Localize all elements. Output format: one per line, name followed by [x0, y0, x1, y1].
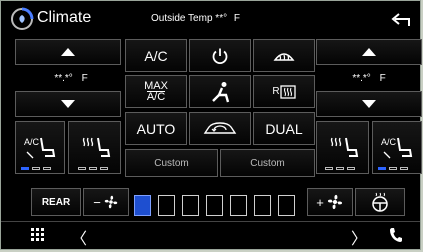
seat-cooling-icon: A/C [381, 137, 413, 158]
fan-level-5[interactable] [230, 195, 247, 216]
rear-defrost-button[interactable]: R [253, 75, 315, 108]
outside-temp-label: Outside Temp [151, 13, 213, 24]
auto-button[interactable]: AUTO [125, 112, 187, 145]
recirculation-button[interactable] [189, 112, 251, 145]
climate-app-icon [9, 6, 35, 32]
right-temp-unit: F [379, 73, 386, 84]
front-defrost-button[interactable] [253, 39, 315, 72]
svg-text:A/C: A/C [381, 137, 397, 147]
auto-label: AUTO [136, 120, 176, 137]
left-seat-cooling-level-2 [32, 167, 40, 170]
up-arrow-icon [61, 48, 75, 56]
right-temp-down-button[interactable] [316, 91, 422, 117]
fan-level-1[interactable] [134, 195, 151, 216]
left-seat-cooling-level-3 [43, 167, 51, 170]
left-temp-down-button[interactable] [15, 91, 121, 117]
right-temp-up-button[interactable] [316, 39, 422, 65]
next-page-button[interactable]: 〉 [351, 225, 367, 249]
seated-person-airflow-icon [212, 81, 230, 102]
front-defrost-icon [273, 52, 295, 61]
bottom-nav-divider [1, 221, 420, 222]
right-seat-cooling-level-2 [389, 167, 397, 170]
custom-left-label: Custom [154, 157, 189, 169]
fan-decrease-button[interactable]: − [83, 188, 129, 216]
steering-wheel-heat-button[interactable] [355, 188, 405, 216]
left-temp-value: **.*° [54, 73, 73, 84]
left-seat-heating-level-3 [100, 167, 108, 170]
fan-level-2[interactable] [158, 195, 175, 216]
custom-left-button[interactable]: Custom [125, 149, 218, 177]
fan-level-7[interactable] [278, 195, 295, 216]
fan-level-4[interactable] [206, 195, 223, 216]
rear-defrost-label: R [272, 86, 280, 97]
ac-label: A/C [144, 47, 168, 64]
airflow-mode-button[interactable] [189, 75, 251, 108]
chevron-right-icon: 〉 [351, 231, 368, 248]
down-arrow-icon [61, 100, 75, 108]
rear-climate-button[interactable]: REAR [31, 188, 81, 216]
max-ac-line1: MAX [144, 80, 168, 92]
recirculation-car-icon [203, 121, 237, 134]
climate-screen: Climate Outside Temp **° F **.*° F **.*°… [0, 0, 422, 250]
fan-increase-button[interactable]: + [307, 188, 353, 216]
svg-text:A/C: A/C [24, 137, 40, 147]
up-arrow-icon [362, 48, 376, 56]
outside-temp-unit: F [233, 13, 240, 24]
back-button[interactable] [390, 10, 412, 28]
seat-heating-icon [330, 137, 358, 157]
left-temp-up-button[interactable] [15, 39, 121, 65]
down-arrow-icon [362, 100, 376, 108]
max-ac-line2: A/C [146, 91, 166, 103]
custom-right-label: Custom [250, 157, 285, 169]
fan-level-6[interactable] [254, 195, 271, 216]
left-seat-heating-level-2 [89, 167, 97, 170]
left-seat-cooling-level-1 [21, 167, 29, 170]
outside-temp-value: **° [215, 13, 228, 24]
page-title: Climate [37, 9, 92, 26]
power-icon [212, 48, 228, 64]
right-seat-heating-level-2 [336, 167, 344, 170]
heated-steering-wheel-icon [372, 192, 388, 212]
seat-cooling-icon: A/C [24, 137, 56, 158]
power-button[interactable] [189, 39, 251, 72]
left-temp-display: **.*° F [41, 73, 101, 84]
rear-defrost-icon [279, 84, 296, 99]
rear-label: REAR [41, 196, 71, 208]
custom-right-button[interactable]: Custom [220, 149, 315, 177]
outside-temp: Outside Temp **° F [151, 13, 240, 24]
apps-grid-button[interactable] [31, 228, 45, 242]
fan-icon [104, 195, 118, 209]
fan-plus-sign: + [316, 194, 324, 210]
fan-minus-sign: − [93, 194, 101, 210]
right-seat-cooling-level-3 [400, 167, 408, 170]
ac-button[interactable]: A/C [125, 39, 187, 72]
right-seat-cooling-level-1 [378, 167, 386, 170]
phone-button[interactable] [389, 227, 403, 243]
dual-button[interactable]: DUAL [253, 112, 315, 145]
fan-level-3[interactable] [182, 195, 199, 216]
seat-heating-icon [82, 137, 110, 157]
prev-page-button[interactable]: 〈 [71, 225, 87, 249]
phone-icon [390, 228, 402, 242]
right-temp-value: **.*° [352, 73, 371, 84]
right-temp-display: **.*° F [339, 73, 399, 84]
fan-icon [327, 194, 342, 210]
dual-label: DUAL [265, 120, 303, 137]
right-seat-heating-level-1 [325, 167, 333, 170]
grid-icon [31, 228, 44, 241]
right-seat-heating-level-3 [347, 167, 355, 170]
max-ac-button[interactable]: MAX A/C [125, 75, 187, 108]
left-temp-unit: F [81, 73, 88, 84]
back-arrow-icon [391, 13, 410, 26]
chevron-left-icon: 〈 [71, 231, 88, 248]
left-seat-heating-level-1 [78, 167, 86, 170]
